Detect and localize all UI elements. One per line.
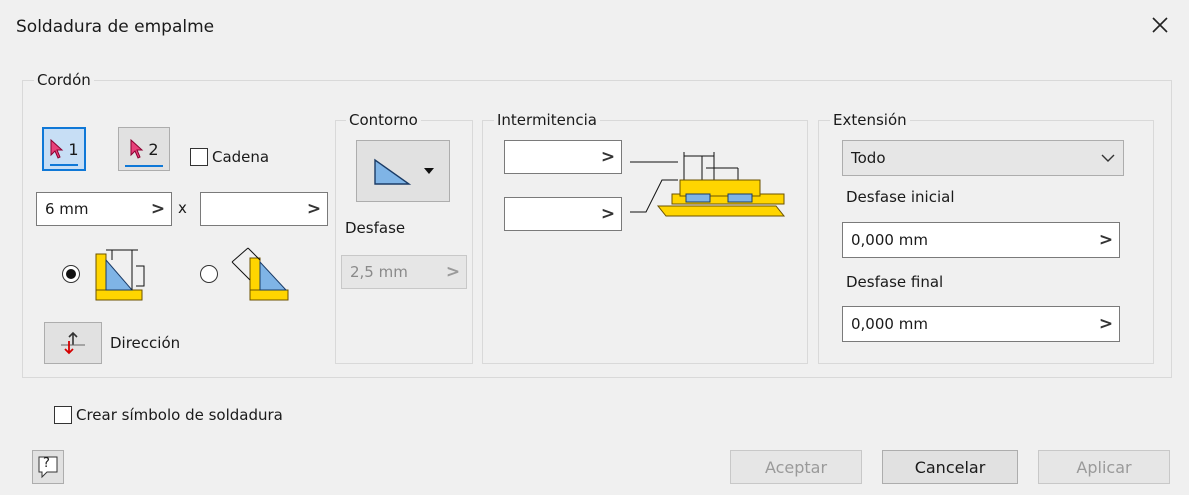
ok-button[interactable]: Aceptar — [730, 450, 862, 484]
create-weld-symbol-label: Crear símbolo de soldadura — [76, 406, 283, 424]
chevron-right-icon[interactable]: > — [1093, 307, 1119, 341]
chain-label: Cadena — [212, 148, 270, 166]
chain-checkbox[interactable] — [190, 148, 208, 166]
select-1-underline — [50, 164, 78, 166]
dialog-title: Soldadura de empalme — [16, 17, 215, 37]
chevron-right-icon[interactable]: > — [145, 193, 171, 225]
select-2-underline — [125, 165, 163, 167]
chevron-right-icon[interactable]: > — [595, 141, 621, 173]
bead-group-label: Cordón — [34, 71, 94, 89]
extension-type-select[interactable]: Todo — [842, 140, 1124, 176]
select-1-label: 1 — [68, 139, 79, 159]
select-edge-1-button[interactable]: 1 — [42, 127, 86, 171]
end-offset-label: Desfase final — [846, 273, 944, 291]
contour-offset-value: 2,5 mm — [350, 263, 408, 281]
flat-contour-icon — [374, 158, 412, 185]
start-offset-label: Desfase inicial — [846, 188, 955, 206]
direction-button[interactable] — [44, 322, 102, 364]
contour-offset-label: Desfase — [345, 219, 406, 237]
direction-label: Dirección — [110, 334, 181, 352]
orientation-radio-2[interactable] — [200, 265, 218, 283]
select-edge-2-button[interactable]: 2 — [118, 127, 170, 171]
extension-type-value: Todo — [851, 149, 886, 167]
select-2-label: 2 — [148, 139, 159, 159]
intermittence-field-1[interactable]: > — [504, 140, 622, 174]
create-weld-symbol-checkbox[interactable] — [54, 406, 72, 424]
chevron-right-icon: > — [445, 262, 461, 282]
close-icon — [1152, 17, 1168, 33]
weld-orientation-2-icon — [231, 247, 289, 301]
close-button[interactable] — [1144, 9, 1176, 41]
apply-button[interactable]: Aplicar — [1038, 450, 1170, 484]
intermittence-group-label: Intermitencia — [494, 111, 600, 129]
end-offset-field[interactable]: 0,000 mm > — [842, 306, 1120, 342]
cursor-arrow-icon — [50, 139, 64, 159]
orientation-radio-1[interactable] — [62, 265, 80, 283]
cancel-button[interactable]: Cancelar — [882, 450, 1018, 484]
start-offset-value: 0,000 mm — [851, 231, 928, 249]
chevron-down-icon — [1093, 154, 1123, 162]
cursor-arrow-icon — [130, 139, 144, 159]
bead-size-value: 6 mm — [45, 200, 89, 218]
extension-group-label: Extensión — [830, 111, 910, 129]
dropdown-arrow-icon — [424, 168, 434, 174]
contour-dropdown-button[interactable] — [356, 140, 450, 202]
chevron-right-icon[interactable]: > — [595, 198, 621, 230]
help-button[interactable]: ? — [32, 450, 64, 484]
contour-group-label: Contorno — [346, 111, 421, 129]
start-offset-field[interactable]: 0,000 mm > — [842, 222, 1120, 258]
intermittence-field-2[interactable]: > — [504, 197, 622, 231]
intermittent-weld-diagram-icon — [630, 152, 786, 217]
contour-offset-field: 2,5 mm > — [341, 255, 467, 289]
chevron-right-icon[interactable]: > — [1093, 223, 1119, 257]
weld-orientation-1-icon — [95, 249, 145, 301]
chevron-right-icon[interactable]: > — [301, 193, 327, 225]
flip-direction-icon — [61, 331, 85, 355]
times-label: x — [178, 199, 187, 217]
help-glyph: ? — [43, 456, 50, 471]
bead-size2-field[interactable]: > — [200, 192, 328, 226]
end-offset-value: 0,000 mm — [851, 315, 928, 333]
bead-size-field[interactable]: 6 mm > — [36, 192, 172, 226]
